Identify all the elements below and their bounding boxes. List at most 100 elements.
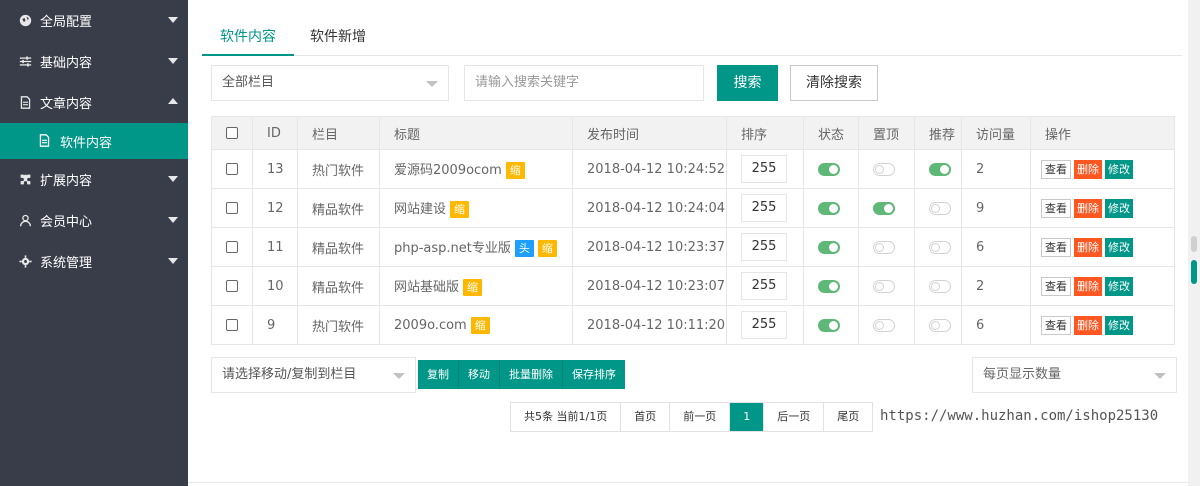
- sidebar-item-extend-content[interactable]: 扩展内容: [0, 159, 188, 200]
- cell-recommend: [914, 188, 962, 228]
- status-switch[interactable]: [818, 279, 840, 293]
- cell-actions: 查看 删除 修改: [1030, 266, 1175, 306]
- move-button[interactable]: 移动: [459, 360, 500, 389]
- top-switch[interactable]: [873, 279, 895, 293]
- prev-page-link[interactable]: 前一页: [670, 403, 731, 431]
- recommend-switch[interactable]: [929, 279, 951, 293]
- cell-sort: 255: [726, 305, 804, 345]
- status-switch[interactable]: [818, 201, 840, 215]
- current-page[interactable]: 1: [730, 403, 765, 431]
- view-button[interactable]: 查看: [1041, 159, 1071, 179]
- delete-button[interactable]: 删除: [1074, 198, 1102, 218]
- edit-button[interactable]: 修改: [1105, 315, 1133, 335]
- delete-button[interactable]: 删除: [1074, 237, 1102, 257]
- cell-status: [803, 266, 859, 306]
- sidebar-item-label: 文章内容: [40, 97, 93, 112]
- recommend-switch[interactable]: [929, 240, 951, 254]
- cell-category: 精品软件: [297, 188, 380, 228]
- last-page-link[interactable]: 尾页: [824, 403, 873, 431]
- edit-button[interactable]: 修改: [1105, 237, 1133, 257]
- edit-button[interactable]: 修改: [1105, 159, 1133, 179]
- sidebar: 全局配置 基础内容 文章内容 软件内容 扩展内容 会员中心 系统管理: [0, 0, 188, 486]
- footer-divider: [188, 482, 1188, 483]
- sidebar-subitem-software-content[interactable]: 软件内容: [0, 123, 188, 159]
- save-sort-button[interactable]: 保存排序: [563, 360, 625, 389]
- batch-delete-button[interactable]: 批量删除: [500, 360, 563, 389]
- tab-software-content[interactable]: 软件内容: [202, 20, 294, 56]
- copy-button[interactable]: 复制: [418, 360, 459, 389]
- header-title: 标题: [379, 116, 573, 150]
- clear-search-button[interactable]: 清除搜索: [790, 65, 878, 101]
- cell-id: 10: [252, 266, 298, 306]
- category-select[interactable]: 全部栏目: [211, 65, 449, 101]
- sort-input[interactable]: 255: [741, 194, 787, 222]
- row-checkbox[interactable]: [226, 280, 238, 292]
- sort-input[interactable]: 255: [741, 233, 787, 261]
- sidebar-item-member-center[interactable]: 会员中心: [0, 200, 188, 241]
- page-size-select[interactable]: 每页显示数量: [972, 357, 1177, 393]
- status-switch[interactable]: [818, 162, 840, 176]
- switch-knob: [931, 281, 940, 291]
- pagination-info: 共5条 当前1/1页: [511, 403, 622, 431]
- switch-knob: [875, 164, 884, 174]
- page-size-value: 每页显示数量: [983, 367, 1062, 382]
- globe-icon: [18, 14, 32, 28]
- row-checkbox[interactable]: [226, 163, 238, 175]
- cell-views: 2: [961, 266, 1031, 306]
- top-switch[interactable]: [873, 318, 895, 332]
- row-checkbox[interactable]: [226, 319, 238, 331]
- search-button[interactable]: 搜索: [717, 65, 778, 101]
- watermark-url: https://www.huzhan.com/ishop25130: [880, 408, 1159, 424]
- top-switch[interactable]: [873, 240, 895, 254]
- top-switch[interactable]: [873, 201, 895, 215]
- delete-button[interactable]: 删除: [1074, 315, 1102, 335]
- sidebar-item-system-manage[interactable]: 系统管理: [0, 241, 188, 282]
- sidebar-item-global-config[interactable]: 全局配置: [0, 0, 188, 41]
- cell-category: 热门软件: [297, 149, 380, 189]
- switch-knob: [829, 320, 838, 330]
- header-publish-time: 发布时间: [572, 116, 727, 150]
- view-button[interactable]: 查看: [1041, 276, 1071, 296]
- title-badge: 缩: [537, 240, 557, 257]
- edit-button[interactable]: 修改: [1105, 198, 1133, 218]
- view-button[interactable]: 查看: [1041, 198, 1071, 218]
- cell-status: [803, 305, 859, 345]
- row-checkbox[interactable]: [226, 202, 238, 214]
- sidebar-item-basic-content[interactable]: 基础内容: [0, 41, 188, 82]
- sidebar-item-article-content[interactable]: 文章内容: [0, 82, 188, 123]
- sort-input[interactable]: 255: [741, 272, 787, 300]
- title-badge: 头: [514, 240, 534, 257]
- scrollbar-thumb[interactable]: [1191, 260, 1197, 284]
- cell-sort: 255: [726, 188, 804, 228]
- view-button[interactable]: 查看: [1041, 237, 1071, 257]
- recommend-switch[interactable]: [929, 201, 951, 215]
- sort-input[interactable]: 255: [741, 311, 787, 339]
- move-copy-category-select[interactable]: 请选择移动/复制到栏目: [211, 357, 416, 393]
- tab-software-add[interactable]: 软件新增: [292, 20, 384, 56]
- recommend-switch[interactable]: [929, 318, 951, 332]
- cell-top: [858, 305, 915, 345]
- cell-status: [803, 227, 859, 267]
- edit-button[interactable]: 修改: [1105, 276, 1133, 296]
- title-badge: 缩: [463, 279, 483, 296]
- status-switch[interactable]: [818, 318, 840, 332]
- view-button[interactable]: 查看: [1041, 315, 1071, 335]
- sidebar-item-label: 系统管理: [40, 256, 93, 271]
- move-select-value: 请选择移动/复制到栏目: [222, 367, 357, 382]
- page-scrollbar[interactable]: [1188, 0, 1200, 486]
- search-input[interactable]: 请输入搜索关键字: [464, 65, 704, 101]
- cell-category: 精品软件: [297, 266, 380, 306]
- top-switch[interactable]: [873, 162, 895, 176]
- status-switch[interactable]: [818, 240, 840, 254]
- row-checkbox[interactable]: [226, 241, 238, 253]
- recommend-switch[interactable]: [929, 162, 951, 176]
- table-row: 13 热门软件 爱源码2009ocom 缩 2018-04-12 10:24:52 255…: [211, 149, 1175, 189]
- first-page-link[interactable]: 首页: [621, 403, 671, 431]
- sort-input[interactable]: 255: [741, 155, 787, 183]
- switch-knob: [931, 242, 940, 252]
- select-all-checkbox[interactable]: [226, 127, 238, 139]
- delete-button[interactable]: 删除: [1074, 159, 1102, 179]
- header-recommend: 推荐: [914, 116, 962, 150]
- delete-button[interactable]: 删除: [1074, 276, 1102, 296]
- next-page-link[interactable]: 后一页: [764, 403, 825, 431]
